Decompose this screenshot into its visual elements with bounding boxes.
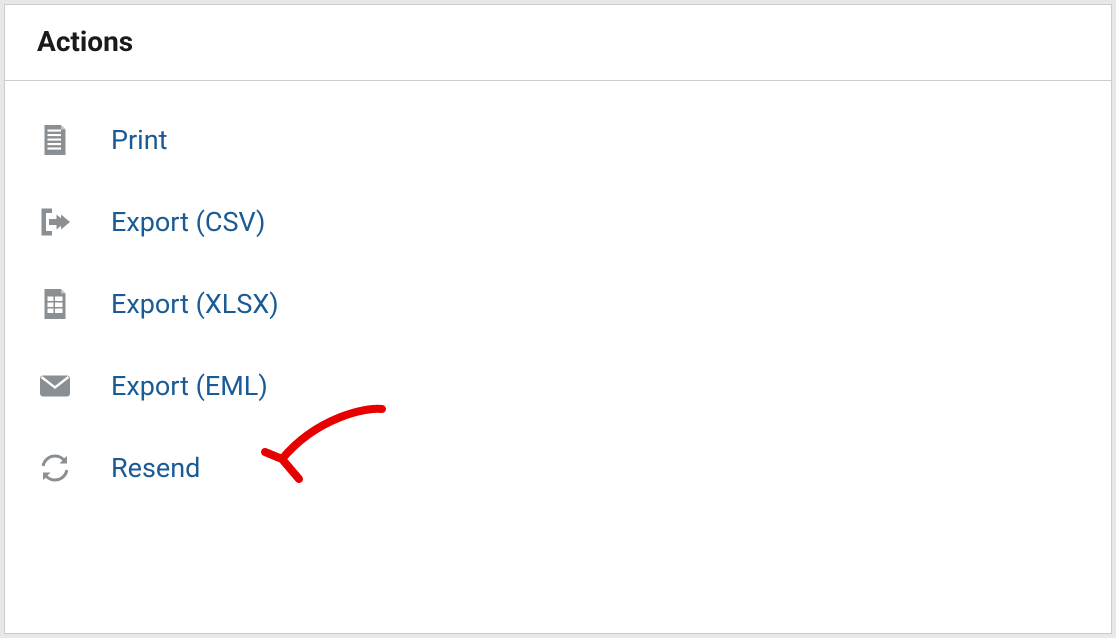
action-label: Export (CSV) — [111, 206, 265, 238]
panel-title: Actions — [37, 25, 1079, 58]
action-export-csv[interactable]: Export (CSV) — [37, 191, 1079, 253]
document-icon — [37, 122, 73, 158]
action-export-eml[interactable]: Export (EML) — [37, 355, 1079, 417]
actions-list: Print Export (CSV) — [5, 81, 1111, 529]
action-resend[interactable]: Resend — [37, 437, 1079, 499]
envelope-icon — [37, 368, 73, 404]
actions-panel: Actions Print — [4, 4, 1112, 634]
action-print[interactable]: Print — [37, 109, 1079, 171]
action-label: Export (EML) — [111, 370, 268, 402]
action-label: Resend — [111, 452, 200, 484]
panel-header: Actions — [5, 5, 1111, 81]
spreadsheet-icon — [37, 286, 73, 322]
export-arrow-icon — [37, 204, 73, 240]
refresh-icon — [37, 450, 73, 486]
action-label: Export (XLSX) — [111, 288, 279, 320]
action-export-xlsx[interactable]: Export (XLSX) — [37, 273, 1079, 335]
action-label: Print — [111, 124, 168, 156]
